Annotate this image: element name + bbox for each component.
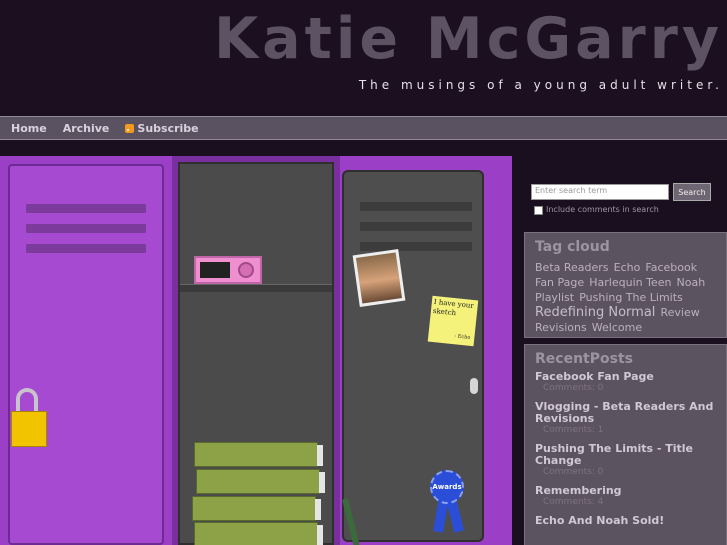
radio-icon [194, 256, 262, 284]
locker-shelf [180, 284, 332, 292]
tag-cloud-panel: Tag cloud Beta Readers Echo Facebook Fan… [524, 232, 727, 338]
recent-posts-title: RecentPosts [535, 351, 633, 367]
padlock-icon [11, 411, 47, 447]
nav-home[interactable]: Home [11, 122, 47, 135]
awards-ribbon[interactable]: Awards [430, 470, 464, 504]
post-link[interactable]: Remembering [535, 485, 716, 497]
tag-link[interactable]: Pushing The Limits [579, 291, 683, 304]
search-button[interactable]: Search [673, 183, 711, 201]
search-input[interactable]: Enter search term [531, 184, 669, 200]
include-comments-label: Include comments in search [546, 205, 659, 214]
site-title[interactable]: Katie McGarry [214, 6, 723, 72]
nav-subscribe[interactable]: Subscribe [125, 121, 199, 135]
tag-link[interactable]: Welcome [592, 321, 642, 334]
main-nav: Home Archive Subscribe [0, 116, 727, 140]
post-link[interactable]: Facebook Fan Page [535, 371, 716, 383]
locker-vent [26, 224, 146, 233]
site-header: Katie McGarry The musings of a young adu… [0, 0, 727, 116]
list-item: Echo And Noah Sold! [525, 515, 726, 527]
book-icon [194, 522, 323, 545]
tag-link[interactable]: Playlist [535, 291, 574, 304]
awards-ribbon-label: Awards [432, 483, 462, 491]
book-icon [194, 442, 323, 467]
post-link[interactable]: Echo And Noah Sold! [535, 515, 716, 527]
left-locker [8, 164, 164, 545]
locker-vent [360, 202, 472, 211]
tag-link[interactable]: Review [661, 306, 700, 319]
sticky-note-text: I have your sketch [432, 297, 475, 318]
list-item: Pushing The Limits - Title Change Commen… [525, 443, 726, 478]
sticky-note-signature: - Echo [454, 333, 471, 341]
book-icon [192, 496, 321, 521]
locker-vent [360, 242, 472, 251]
author-photo[interactable] [352, 249, 406, 307]
locker-vent [26, 204, 146, 213]
middle-locker-interior [178, 162, 334, 545]
list-item: Vlogging - Beta Readers And Revisions Co… [525, 401, 726, 436]
nav-archive[interactable]: Archive [63, 122, 110, 135]
post-comment-count: Comments: 0 [543, 383, 604, 393]
tag-link[interactable]: Redefining Normal [535, 305, 655, 320]
rss-icon [125, 123, 135, 133]
tag-link[interactable]: Harlequin Teen [589, 276, 671, 289]
post-comment-count: Comments: 0 [543, 467, 604, 477]
locker-illustration: I have your sketch - Echo Awards [0, 156, 512, 545]
radio-knob [238, 262, 254, 278]
recent-posts-panel: RecentPosts Facebook Fan Page Comments: … [524, 344, 727, 545]
tag-cloud: Beta Readers Echo Facebook Fan Page Harl… [525, 259, 726, 334]
radio-screen [200, 262, 230, 278]
list-item: Remembering Comments: 4 [525, 485, 726, 508]
locker-handle [470, 378, 478, 394]
sticky-note[interactable]: I have your sketch - Echo [427, 295, 479, 347]
right-locker-door: I have your sketch - Echo Awards [342, 170, 484, 545]
locker-vent [26, 244, 146, 253]
tag-cloud-title: Tag cloud [535, 239, 610, 255]
post-comment-count: Comments: 1 [543, 425, 604, 435]
include-comments-checkbox[interactable] [534, 206, 543, 215]
pen-icon [342, 498, 360, 545]
tag-link[interactable]: Noah [677, 276, 706, 289]
tag-link[interactable]: Revisions [535, 321, 587, 334]
middle-locker [172, 156, 340, 545]
list-item: Facebook Fan Page Comments: 0 [525, 371, 726, 394]
book-icon [196, 469, 325, 494]
site-tagline: The musings of a young adult writer. [358, 78, 723, 92]
tag-link[interactable]: Echo [614, 261, 641, 274]
tag-link[interactable]: Beta Readers [535, 261, 609, 274]
nav-subscribe-label: Subscribe [137, 121, 199, 135]
post-comment-count: Comments: 4 [543, 497, 604, 507]
post-link[interactable]: Pushing The Limits - Title Change [535, 443, 716, 467]
locker-vent [360, 222, 472, 231]
right-locker: I have your sketch - Echo Awards [340, 156, 512, 545]
post-link[interactable]: Vlogging - Beta Readers And Revisions [535, 401, 716, 425]
